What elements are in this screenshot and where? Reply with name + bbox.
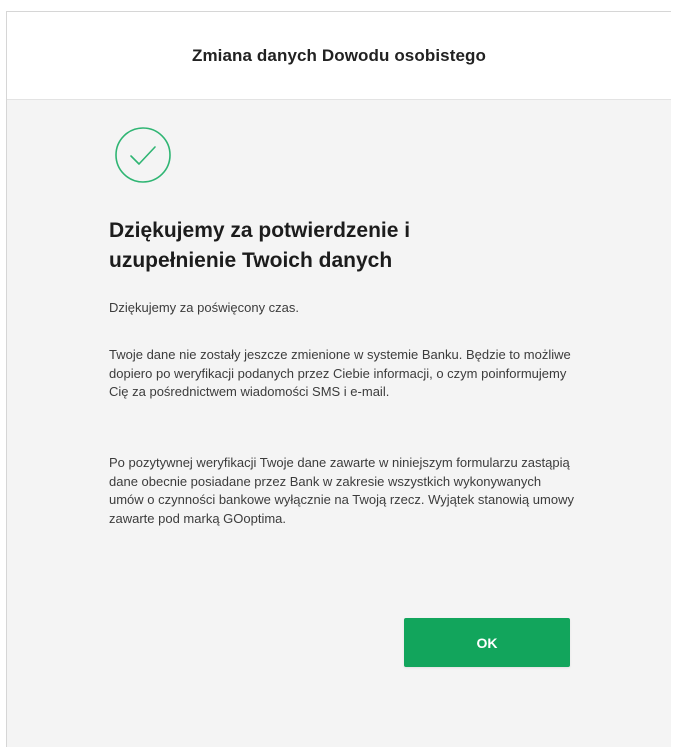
dialog-title: Zmiana danych Dowodu osobistego	[191, 45, 486, 65]
thanks-paragraph: Dziękujemy za poświęcony czas.	[109, 300, 300, 315]
confirmation-dialog: Zmiana danych Dowodu osobistego Dziękuje…	[6, 11, 671, 747]
success-heading: Dziękujemy za potwierdzenie i uzupełnien…	[109, 219, 411, 272]
data-replacement-paragraph: Po pozytywnej weryfikacji Twoje dane zaw…	[109, 455, 574, 526]
verification-info-paragraph: Twoje dane nie zostały jeszcze zmienione…	[109, 347, 571, 399]
check-circle-icon	[115, 127, 171, 183]
ok-button[interactable]: OK	[404, 618, 570, 667]
dialog-header: Zmiana danych Dowodu osobistego	[7, 12, 671, 100]
